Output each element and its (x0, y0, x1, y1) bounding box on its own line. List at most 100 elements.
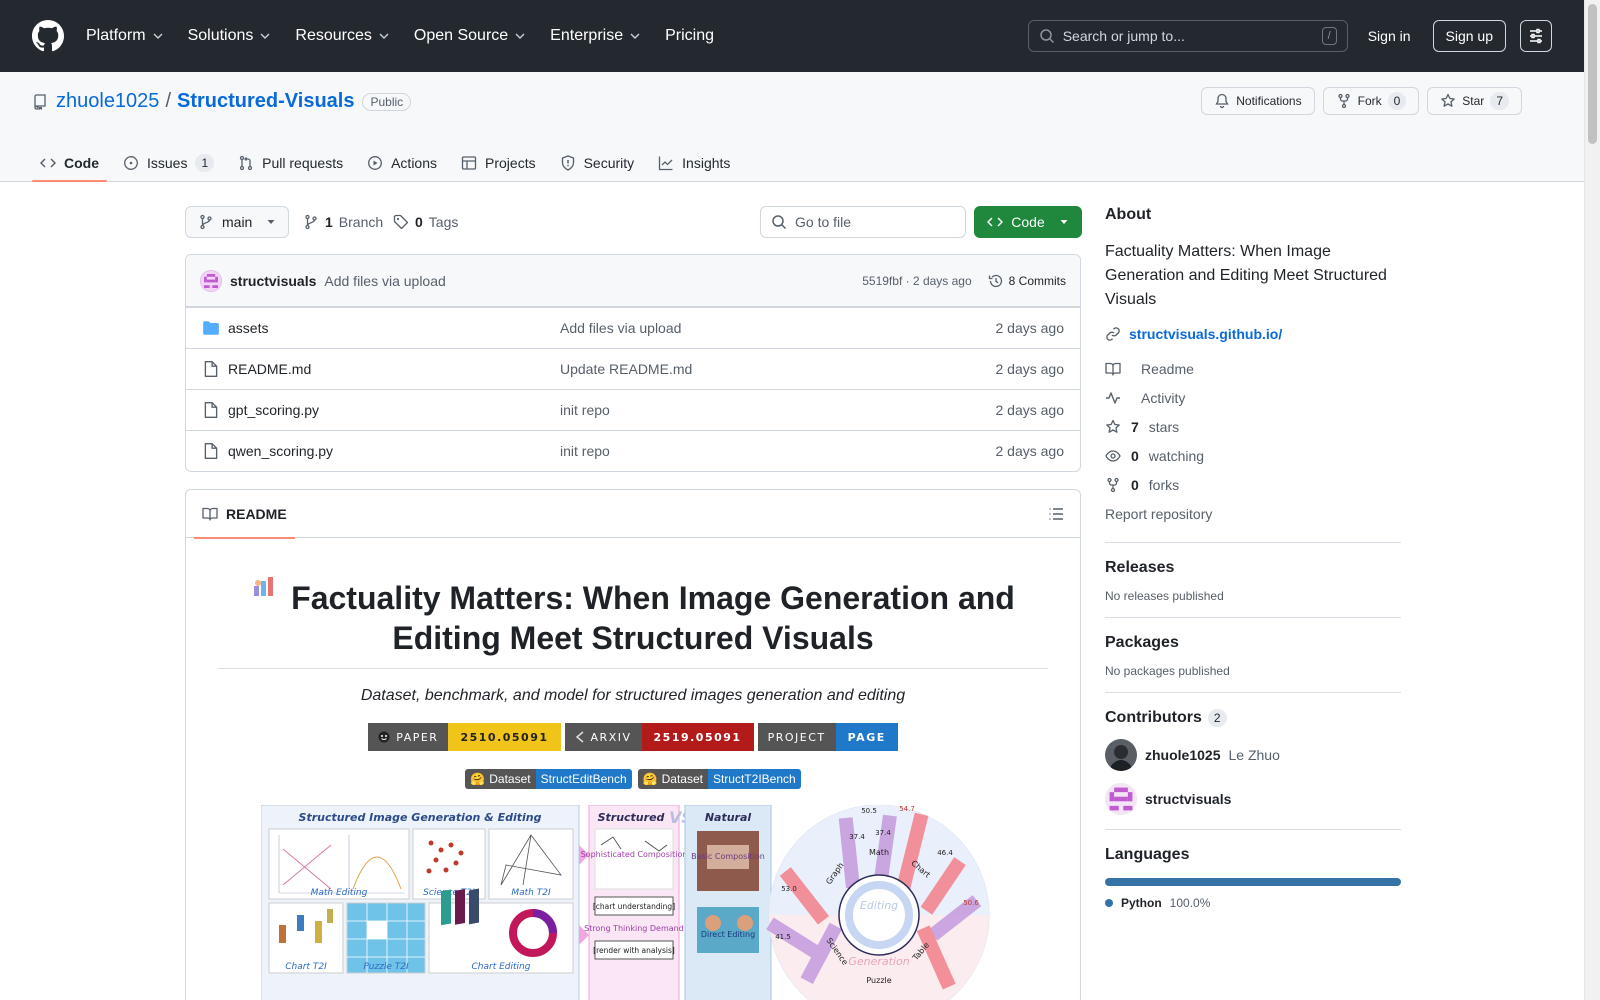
dataset-badges: 🤗 Dataset StructEditBench 🤗 Dataset Struct… (218, 769, 1048, 789)
repo-name-link[interactable]: Structured-Visuals (177, 90, 354, 113)
nav-enterprise[interactable]: Enterprise (550, 27, 641, 45)
list-icon[interactable] (1048, 506, 1064, 522)
tab-insights[interactable]: Insights (650, 144, 738, 182)
search-shortcut-hint: / (1321, 27, 1337, 45)
contributor-item[interactable]: structvisuals (1105, 783, 1401, 815)
activity-link[interactable]: Activity (1105, 383, 1401, 412)
nav-pricing[interactable]: Pricing (665, 27, 714, 45)
commit-hash-date[interactable]: 5519fbf · 2 days ago (862, 274, 971, 288)
table-row: qwen_scoring.py init repo 2 days ago (186, 430, 1080, 471)
file-commit-message[interactable]: Add files via upload (560, 320, 681, 336)
branches-link[interactable]: 1 Branch (303, 206, 383, 238)
table-row: assets Add files via upload 2 days ago (186, 307, 1080, 348)
go-to-file-input[interactable]: Go to file (760, 206, 966, 238)
struct-edit-bench-badge[interactable]: 🤗 Dataset StructEditBench (465, 769, 632, 789)
tab-projects[interactable]: Projects (453, 144, 544, 182)
book-icon (202, 507, 218, 521)
tab-pull-requests[interactable]: Pull requests (230, 144, 351, 182)
triangle-down-icon (1060, 220, 1068, 224)
language-item[interactable]: Python 100.0% (1105, 896, 1401, 910)
repository-header: zhuole1025 / Structured-Visuals Public N… (0, 72, 1584, 182)
visibility-badge: Public (362, 92, 412, 111)
notifications-button[interactable]: Notifications (1201, 87, 1315, 115)
divider (1105, 692, 1401, 693)
nav-resources[interactable]: Resources (295, 27, 389, 45)
contributors-heading[interactable]: Contributors 2 (1105, 709, 1401, 727)
nav-platform[interactable]: Platform (86, 27, 164, 45)
chevron-down-icon (630, 33, 640, 39)
file-name-link[interactable]: assets (228, 320, 560, 336)
scrollbar-thumb[interactable] (1588, 4, 1597, 144)
file-commit-message[interactable]: Update README.md (560, 361, 692, 377)
project-page-badge[interactable]: PROJECT PAGE (757, 723, 898, 751)
page-scrollbar[interactable] (1584, 0, 1600, 1000)
nav-open-source[interactable]: Open Source (414, 27, 526, 45)
avatar[interactable] (200, 269, 222, 292)
website-link[interactable]: structvisuals.github.io/ (1105, 326, 1401, 342)
packages-heading[interactable]: Packages (1105, 634, 1401, 652)
commit-author-link[interactable]: structvisuals (230, 273, 316, 289)
tab-code[interactable]: Code (32, 144, 107, 182)
struct-t2i-bench-badge[interactable]: 🤗 Dataset StructT2IBench (637, 769, 801, 789)
forks-link[interactable]: 0 forks (1105, 470, 1401, 499)
radial-label-math: Math (869, 848, 889, 857)
fork-button[interactable]: Fork 0 (1322, 87, 1420, 115)
arxiv-icon (575, 731, 584, 743)
file-name-link[interactable]: README.md (228, 361, 560, 377)
star-button[interactable]: Star 7 (1427, 87, 1522, 115)
branch-selector[interactable]: main (185, 206, 289, 238)
file-name-link[interactable]: gpt_scoring.py (228, 402, 560, 418)
tags-link[interactable]: 0 Tags (393, 206, 458, 238)
readme-link[interactable]: Readme (1105, 354, 1401, 383)
paper-badge[interactable]: PAPER 2510.05091 (368, 723, 561, 751)
identicon-icon (204, 273, 218, 288)
file-name-link[interactable]: qwen_scoring.py (228, 443, 560, 459)
file-icon (204, 402, 218, 418)
avatar[interactable] (1105, 783, 1137, 815)
tab-actions[interactable]: Actions (359, 144, 445, 182)
repo-actions: Notifications Fork 0 Star 7 (1201, 87, 1522, 115)
pulse-icon (1106, 391, 1120, 404)
stars-link[interactable]: 7 stars (1105, 412, 1401, 441)
commit-message-link[interactable]: Add files via upload (324, 273, 445, 289)
file-icon (204, 361, 218, 377)
sliders-icon (1530, 28, 1542, 44)
play-icon (368, 156, 383, 170)
nav-solutions[interactable]: Solutions (188, 27, 272, 45)
file-commit-message[interactable]: init repo (560, 402, 610, 418)
link-badges: PAPER 2510.05091 ARXIV 2519.05091 PROJEC… (218, 723, 1048, 751)
branch-icon (200, 214, 212, 230)
tab-security[interactable]: Security (552, 144, 643, 182)
divider (1105, 829, 1401, 830)
pull-request-icon (240, 155, 253, 171)
readme-tab[interactable]: README (194, 490, 295, 539)
arxiv-badge[interactable]: ARXIV 2519.05091 (564, 723, 754, 751)
file-commit-message[interactable]: init repo (560, 443, 610, 459)
report-repository-link[interactable]: Report repository (1105, 499, 1401, 528)
settings-menu-button[interactable] (1520, 20, 1552, 52)
branch-icon (305, 214, 317, 230)
global-search-input[interactable]: Search or jump to... / (1027, 20, 1348, 52)
tile-label-chart-t2i: Chart T2I (285, 962, 327, 972)
repo-owner-link[interactable]: zhuole1025 (56, 90, 159, 113)
releases-heading[interactable]: Releases (1105, 559, 1401, 577)
identicon-icon (1105, 783, 1137, 815)
code-dropdown-button[interactable]: Code (974, 206, 1082, 238)
radial-value: 50.6 (963, 899, 979, 907)
tab-issues[interactable]: Issues 1 (115, 144, 222, 182)
star-icon (1441, 93, 1456, 107)
sign-up-button[interactable]: Sign up (1432, 20, 1506, 52)
github-logo-icon[interactable] (32, 20, 86, 52)
figure-left-title: Structured Image Generation & Editing (299, 811, 542, 824)
repo-title: zhuole1025 / Structured-Visuals Public (32, 90, 412, 113)
radial-value: 50.5 (861, 807, 877, 815)
watchers-link[interactable]: 0 watching (1105, 441, 1401, 470)
sign-in-link[interactable]: Sign in (1368, 28, 1411, 44)
search-placeholder: Search or jump to... (1062, 28, 1185, 44)
chevron-down-icon (260, 33, 270, 39)
radial-label-puzzle: Puzzle (866, 976, 891, 985)
bell-icon (1215, 93, 1229, 109)
contributor-item[interactable]: zhuole1025 Le Zhuo (1105, 739, 1401, 771)
commits-history-link[interactable]: 8 Commits (988, 273, 1066, 289)
avatar[interactable] (1105, 739, 1137, 771)
